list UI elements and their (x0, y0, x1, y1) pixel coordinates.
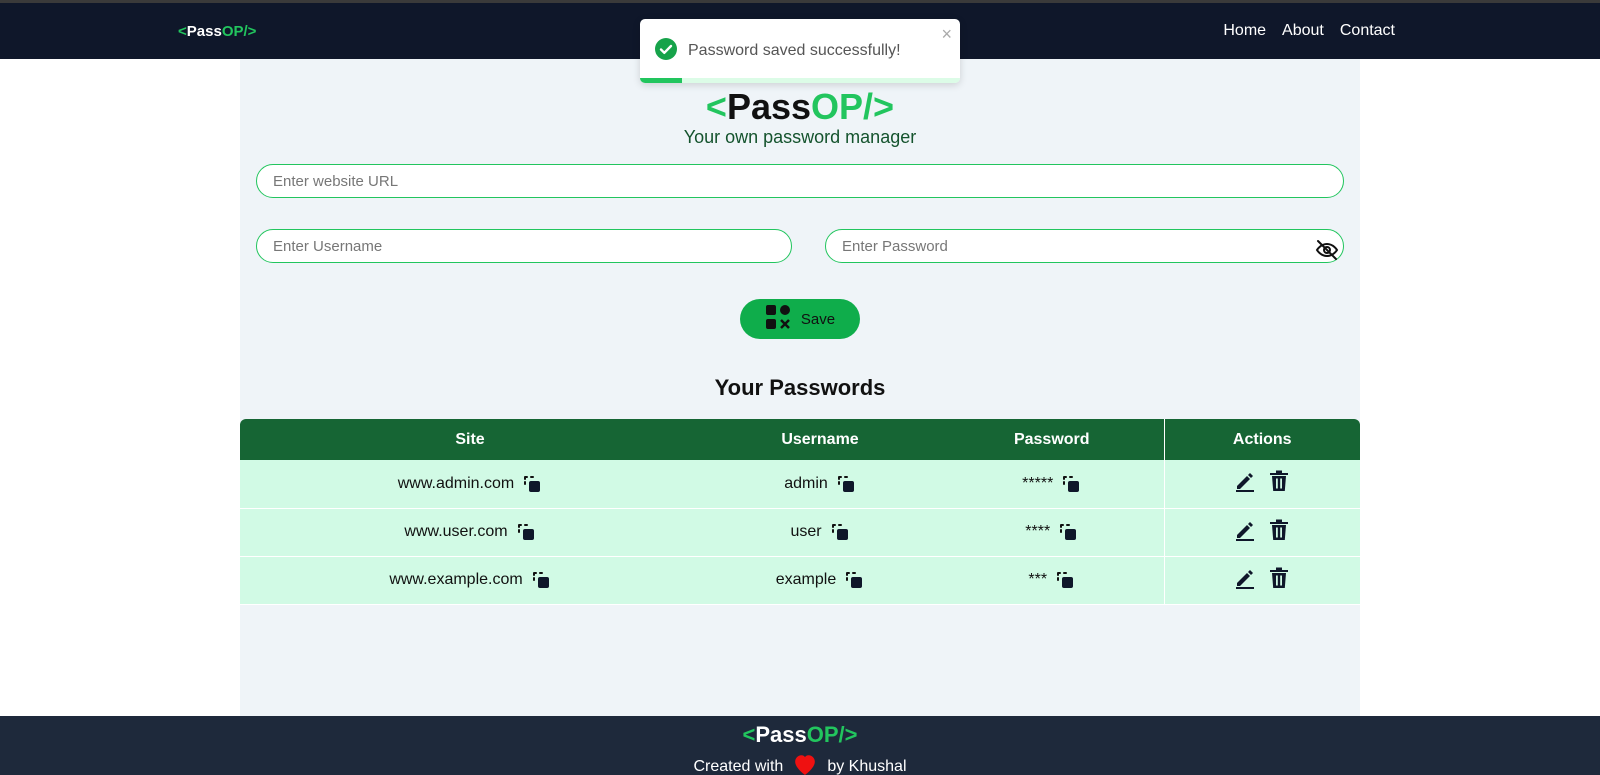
edit-icon[interactable] (1233, 518, 1257, 542)
website-url-input[interactable] (256, 164, 1344, 198)
nav-logo[interactable]: <PassOP/> (178, 23, 256, 40)
password-cell: **** (940, 508, 1164, 557)
logo-bracket-left: < (742, 722, 756, 747)
column-header-site: Site (240, 419, 700, 460)
save-button-label: Save (800, 310, 836, 328)
nav-link-contact[interactable]: Contact (1340, 22, 1395, 40)
heart-icon (791, 752, 819, 775)
table-row: www.user.com user **** (240, 508, 1360, 557)
toast-message: Password saved successfully! (688, 42, 901, 59)
site-cell: www.admin.com (240, 460, 700, 509)
actions-cell (1163, 508, 1360, 557)
copy-icon[interactable] (1061, 474, 1081, 494)
password-text: *** (1028, 571, 1048, 588)
trash-icon[interactable] (1267, 518, 1291, 542)
column-header-username: Username (700, 419, 940, 460)
actions-cell (1163, 556, 1360, 605)
edit-icon[interactable] (1233, 469, 1257, 493)
copy-icon[interactable] (522, 474, 542, 494)
credit-prefix: Created with (693, 757, 784, 775)
logo-bracket-left: < (178, 22, 187, 40)
edit-icon[interactable] (1233, 566, 1257, 590)
logo-bracket-left: < (705, 86, 727, 127)
save-icon (765, 304, 791, 334)
table-row: www.admin.com admin ***** (240, 460, 1360, 509)
password-text: **** (1025, 523, 1051, 540)
username-text: user (790, 523, 822, 540)
site-text: www.user.com (404, 523, 508, 540)
page-title-logo: <PassOP/> (240, 86, 1360, 128)
logo-pass: Pass (186, 22, 222, 40)
site-text: www.example.com (389, 571, 523, 588)
password-input[interactable] (825, 229, 1344, 263)
logo-bracket-right: > (844, 722, 858, 747)
copy-icon[interactable] (516, 522, 536, 542)
passwords-table: Site Username Password Actions www.admin… (240, 419, 1360, 605)
check-circle-icon (654, 37, 678, 66)
copy-icon[interactable] (1058, 522, 1078, 542)
toast-progress-bar (640, 78, 682, 83)
copy-icon[interactable] (1055, 570, 1075, 590)
copy-icon[interactable] (844, 570, 864, 590)
copy-icon[interactable] (531, 570, 551, 590)
username-cell: example (700, 556, 940, 605)
logo-pass: Pass (755, 722, 807, 747)
password-cell: *** (940, 556, 1164, 605)
site-cell: www.example.com (240, 556, 700, 605)
logo-op: OP/ (811, 86, 874, 127)
logo-op: OP/ (806, 722, 845, 747)
nav-links: Home About Contact (1223, 22, 1395, 40)
logo-op: OP/ (221, 22, 248, 40)
credit-suffix: by Khushal (827, 757, 907, 775)
trash-icon[interactable] (1267, 566, 1291, 590)
table-row: www.example.com example *** (240, 556, 1360, 605)
username-cell: user (700, 508, 940, 557)
nav-link-about[interactable]: About (1282, 22, 1324, 40)
username-cell: admin (700, 460, 940, 509)
trash-icon[interactable] (1267, 469, 1291, 493)
logo-pass: Pass (726, 86, 812, 127)
passwords-heading: Your Passwords (714, 375, 886, 400)
logo-bracket-right: > (873, 86, 895, 127)
footer-logo: <PassOP/> (0, 722, 1600, 748)
copy-icon[interactable] (830, 522, 850, 542)
copy-icon[interactable] (836, 474, 856, 494)
nav-link-home[interactable]: Home (1223, 22, 1266, 40)
eye-off-icon[interactable] (1314, 237, 1340, 263)
main-content: <PassOP/> Your own password manager Save… (240, 59, 1360, 716)
username-text: admin (784, 474, 828, 492)
site-cell: www.user.com (240, 508, 700, 557)
column-header-actions: Actions (1163, 419, 1360, 460)
site-text: www.admin.com (397, 474, 515, 492)
footer-credit: Created with by Khushal (0, 752, 1600, 775)
page-subtitle: Your own password manager (683, 127, 917, 147)
table-header-row: Site Username Password Actions (240, 419, 1360, 460)
password-text: ***** (1022, 474, 1054, 492)
success-toast: Password saved successfully! × (640, 19, 960, 83)
toast-progress-track (640, 78, 960, 83)
logo-bracket-right: > (247, 22, 257, 40)
username-input[interactable] (256, 229, 792, 263)
column-header-password: Password (940, 419, 1164, 460)
username-text: example (775, 571, 837, 588)
toast-close-button[interactable]: × (941, 24, 952, 45)
footer: <PassOP/> Created with by Khushal (0, 716, 1600, 775)
actions-cell (1163, 460, 1360, 509)
save-button[interactable]: Save (740, 299, 860, 339)
password-cell: ***** (940, 460, 1164, 509)
